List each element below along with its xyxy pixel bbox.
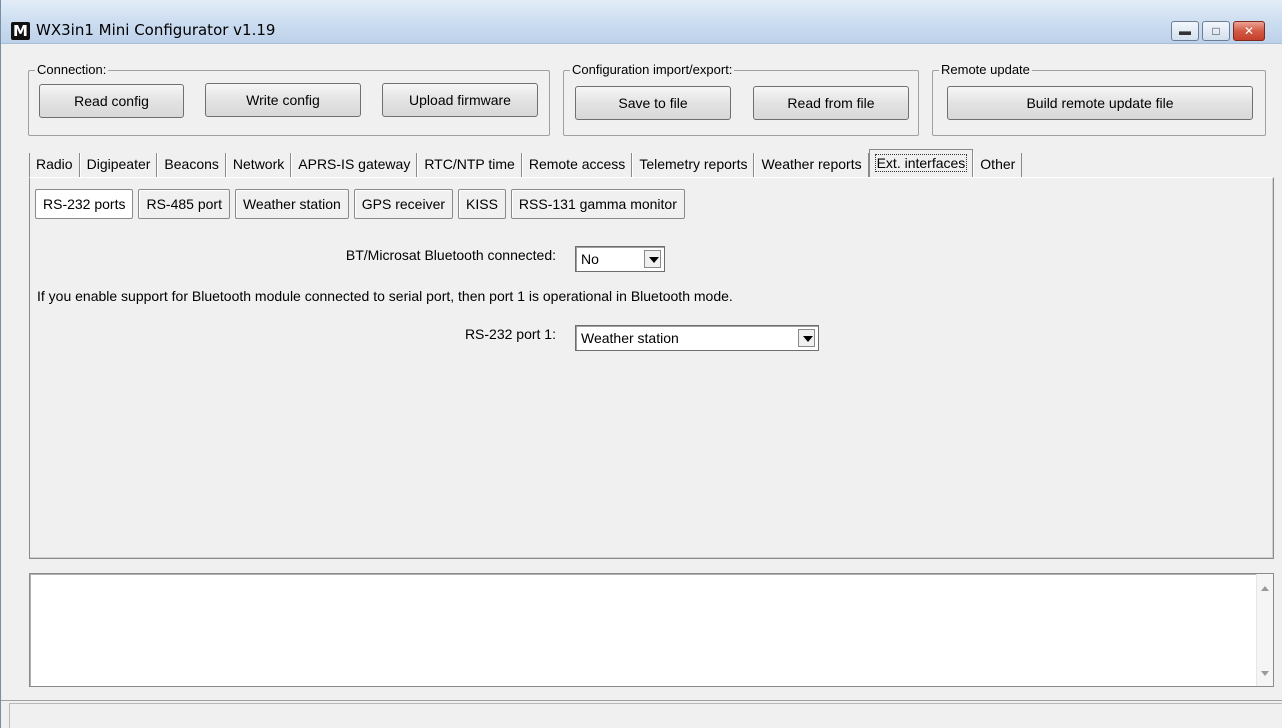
read-config-button[interactable]: Read config (39, 84, 184, 118)
save-to-file-button[interactable]: Save to file (575, 86, 731, 120)
tab-remote-access[interactable]: Remote access (521, 153, 633, 177)
bluetooth-info-text: If you enable support for Bluetooth modu… (37, 288, 733, 304)
subtab-rs232-ports[interactable]: RS-232 ports (35, 189, 134, 219)
chevron-down-icon[interactable] (644, 250, 661, 268)
tab-aprs-is-gateway[interactable]: APRS-IS gateway (291, 153, 418, 177)
close-icon: ✕ (1243, 24, 1255, 38)
scroll-down-icon[interactable] (1261, 671, 1269, 676)
rs232-port1-value: Weather station (581, 330, 679, 346)
tab-weather-reports[interactable]: Weather reports (754, 153, 869, 177)
minimize-icon: ▬ (1179, 24, 1191, 38)
main-window: M WX3in1 Mini Configurator v1.19 ▬ □ ✕ C… (0, 0, 1282, 728)
tab-digipeater[interactable]: Digipeater (79, 153, 158, 177)
subtab-gps-receiver[interactable]: GPS receiver (353, 189, 454, 219)
sub-tab-bar: RS-232 ports RS-485 port Weather station… (35, 189, 690, 219)
chevron-down-icon[interactable] (798, 329, 815, 347)
close-button[interactable]: ✕ (1233, 21, 1265, 41)
remote-update-group-label: Remote update (939, 62, 1032, 78)
tab-beacons[interactable]: Beacons (157, 153, 226, 177)
tab-ext-interfaces-label: Ext. interfaces (874, 154, 968, 172)
tab-other[interactable]: Other (973, 153, 1023, 177)
subtab-rss131-gamma-monitor[interactable]: RSS-131 gamma monitor (510, 189, 685, 219)
rs232-port1-select[interactable]: Weather station (575, 325, 819, 351)
tab-rtc-ntp-time[interactable]: RTC/NTP time (417, 153, 522, 177)
tab-panel (29, 177, 1274, 559)
tab-radio[interactable]: Radio (29, 153, 80, 177)
subtab-rs485-port[interactable]: RS-485 port (138, 189, 230, 219)
rs232-port1-label: RS-232 port 1: (464, 326, 556, 342)
config-io-group-label: Configuration import/export: (570, 62, 735, 78)
maximize-icon: □ (1212, 24, 1220, 38)
window-controls: ▬ □ ✕ (1168, 21, 1265, 41)
log-scrollbar[interactable] (1256, 574, 1273, 686)
bt-connected-label: BT/Microsat Bluetooth connected: (345, 247, 556, 263)
build-remote-update-button[interactable]: Build remote update file (947, 86, 1253, 120)
upload-firmware-button[interactable]: Upload firmware (382, 83, 538, 117)
subtab-weather-station[interactable]: Weather station (234, 189, 349, 219)
title-bar[interactable]: M WX3in1 Mini Configurator v1.19 ▬ □ ✕ (1, 0, 1282, 44)
maximize-button[interactable]: □ (1202, 21, 1230, 41)
status-bar (1, 700, 1282, 728)
window-title: WX3in1 Mini Configurator v1.19 (36, 21, 276, 39)
subtab-kiss[interactable]: KISS (458, 189, 506, 219)
tab-network[interactable]: Network (225, 153, 292, 177)
tab-telemetry-reports[interactable]: Telemetry reports (632, 153, 755, 177)
scroll-up-icon[interactable] (1261, 586, 1269, 591)
status-bar-panel (9, 703, 1282, 728)
app-icon: M (11, 22, 30, 40)
read-from-file-button[interactable]: Read from file (753, 86, 909, 120)
write-config-button[interactable]: Write config (205, 83, 361, 117)
tab-ext-interfaces[interactable]: Ext. interfaces (868, 149, 974, 177)
bt-connected-select[interactable]: No (575, 246, 665, 272)
log-textarea[interactable] (29, 573, 1274, 687)
main-tab-bar: Radio Digipeater Beacons Network APRS-IS… (29, 149, 1023, 177)
bt-connected-value: No (581, 251, 599, 267)
connection-group-label: Connection: (35, 62, 109, 78)
minimize-button[interactable]: ▬ (1171, 21, 1199, 41)
